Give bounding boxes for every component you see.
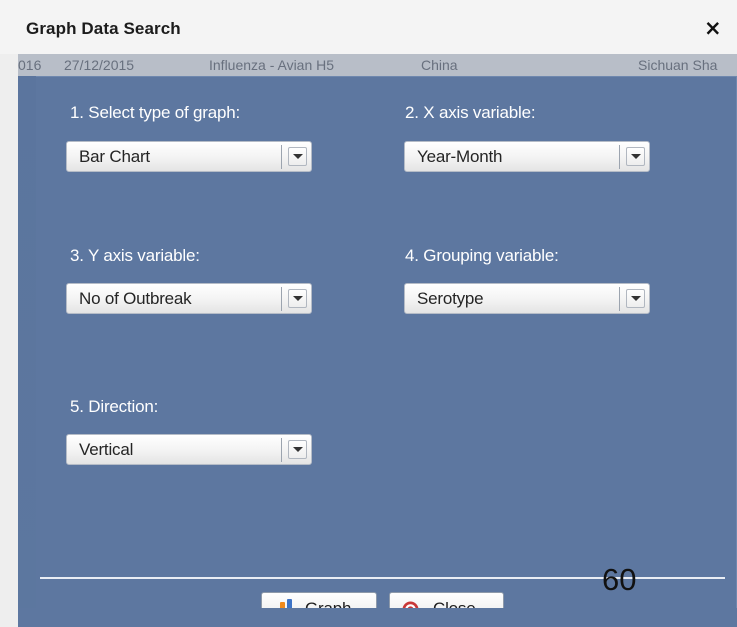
dialog-title: Graph Data Search [26, 19, 181, 38]
select-divider [619, 287, 620, 311]
direction-select[interactable]: Vertical [66, 434, 312, 465]
select-divider [281, 145, 282, 169]
chevron-down-icon[interactable] [626, 289, 645, 308]
grouping-select[interactable]: Serotype [404, 283, 650, 314]
y-axis-label: 3. Y axis variable: [70, 246, 200, 265]
grouping-label: 4. Grouping variable: [405, 246, 559, 265]
background-cell: 27/12/2015 [64, 57, 135, 73]
x-axis-label: 2. X axis variable: [405, 103, 536, 122]
chevron-down-icon[interactable] [288, 147, 307, 166]
select-divider [619, 145, 620, 169]
panel-bottom-band [18, 608, 737, 627]
dialog-titlebar: Graph Data Search × [0, 0, 737, 54]
background-cell: Sichuan Sha [638, 57, 718, 73]
select-divider [281, 287, 282, 311]
grouping-value: Serotype [417, 289, 484, 308]
underlying-table-row: 016 27/12/2015 Influenza - Avian H5 Chin… [18, 54, 737, 76]
background-cell: 016 [18, 57, 42, 73]
graph-type-label: 1. Select type of graph: [70, 103, 241, 122]
direction-label: 5. Direction: [70, 397, 159, 416]
background-cell: Influenza - Avian H5 [209, 57, 335, 73]
slide-number: 60 [602, 562, 637, 597]
chevron-down-icon[interactable] [288, 289, 307, 308]
panel-left-gutter [18, 76, 36, 608]
y-axis-value: No of Outbreak [79, 289, 192, 308]
x-axis-select[interactable]: Year-Month [404, 141, 650, 172]
chevron-down-icon[interactable] [288, 440, 307, 459]
dialog-close-icon[interactable]: × [704, 16, 724, 40]
y-axis-select[interactable]: No of Outbreak [66, 283, 312, 314]
graph-type-value: Bar Chart [79, 147, 150, 166]
direction-value: Vertical [79, 440, 134, 459]
chevron-down-icon[interactable] [626, 147, 645, 166]
select-divider [281, 438, 282, 462]
x-axis-value: Year-Month [417, 147, 503, 166]
graph-data-search-dialog: Graph Data Search × 016 27/12/2015 Influ… [0, 0, 737, 627]
graph-type-select[interactable]: Bar Chart [66, 141, 312, 172]
background-cell: China [421, 57, 458, 73]
